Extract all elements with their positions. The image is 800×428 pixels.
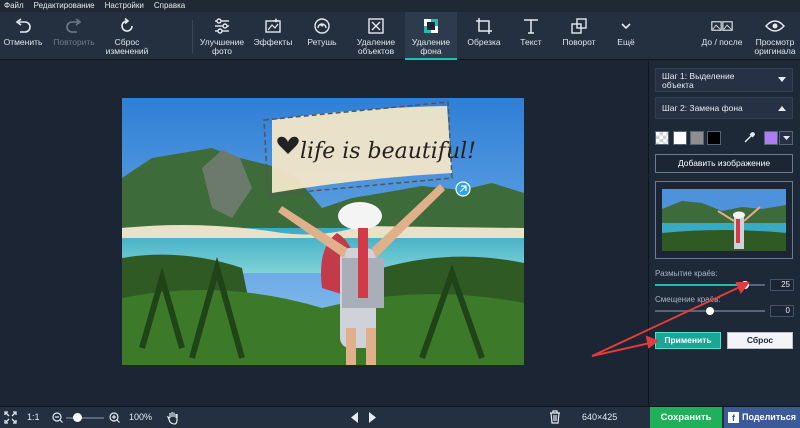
- swatch-transparent[interactable]: [655, 131, 669, 145]
- step-2-header[interactable]: Шаг 2: Замена фона ?: [655, 97, 793, 119]
- apply-button[interactable]: Применить: [655, 332, 721, 349]
- image-dimensions: 640×425: [582, 412, 618, 422]
- remove-background-label-2: фона: [420, 46, 442, 56]
- zoom-slider-knob[interactable]: [73, 413, 83, 422]
- background-preview-thumbnail[interactable]: [655, 181, 793, 259]
- photo-canvas[interactable]: life is beautiful!: [122, 98, 524, 365]
- edge-blur-value[interactable]: 25: [770, 279, 794, 291]
- thumbnail-image: [662, 189, 786, 251]
- effects-label: Эффекты: [253, 37, 293, 47]
- edge-shift-label: Смещение краёв:: [655, 295, 721, 304]
- effects-button[interactable]: Эффекты: [250, 12, 296, 60]
- crop-icon: [473, 16, 495, 36]
- reset-button[interactable]: Сброс: [727, 332, 793, 349]
- enhance-photo-button[interactable]: Улучшение фото: [196, 12, 248, 60]
- edge-shift-value[interactable]: 0: [770, 305, 794, 317]
- reset-changes-button[interactable]: Сброс изменений: [102, 12, 152, 60]
- more-label: Ещё: [617, 37, 635, 47]
- zoom-level: 100%: [129, 412, 153, 422]
- enhance-icon: [211, 16, 233, 36]
- prev-icon[interactable]: [350, 412, 359, 425]
- menu-bar: Файл Редактирование Настройки Справка: [0, 0, 800, 12]
- retouch-label: Ретушь: [307, 37, 337, 47]
- trash-icon[interactable]: [549, 410, 561, 426]
- zoom-in-icon[interactable]: [109, 412, 120, 425]
- before-after-label: До / после: [701, 37, 743, 47]
- effects-icon: [262, 16, 284, 36]
- rotate-icon: [568, 16, 590, 36]
- before-after-icon: [711, 16, 733, 36]
- eye-icon: [764, 16, 786, 36]
- share-button[interactable]: f Поделиться: [724, 407, 800, 428]
- view-original-label-2: оригинала: [754, 46, 796, 56]
- save-button[interactable]: Сохранить: [650, 407, 722, 428]
- share-label: Поделиться: [742, 412, 797, 422]
- rotate-label: Поворот: [562, 37, 596, 47]
- menu-file[interactable]: Файл: [4, 0, 24, 12]
- remove-background-button[interactable]: Удаление фона: [405, 12, 457, 60]
- undo-label: Отменить: [3, 37, 43, 47]
- edge-shift-slider-knob[interactable]: [706, 307, 714, 315]
- text-icon: [520, 16, 542, 36]
- add-image-button[interactable]: Добавить изображение: [655, 154, 793, 173]
- toolbar: Отменить Повторить Сброс изменений Улучш…: [0, 12, 800, 60]
- redo-label: Повторить: [53, 37, 95, 47]
- reset-label-2: изменений: [105, 46, 149, 56]
- chevron-up-icon: [778, 106, 786, 111]
- chevron-down-icon: [783, 136, 790, 140]
- step-1-header[interactable]: Шаг 1: Выделение объекта ?: [655, 68, 793, 92]
- photo-caption: life is beautiful!: [300, 139, 476, 164]
- toolbar-divider: [192, 20, 193, 54]
- fit-screen-icon[interactable]: [4, 411, 17, 426]
- text-button[interactable]: Текст: [510, 12, 552, 60]
- color-dropdown-button[interactable]: [779, 131, 793, 145]
- chevron-down-icon: [778, 77, 786, 82]
- redo-button[interactable]: Повторить: [48, 12, 100, 60]
- edge-blur-slider-fill: [655, 284, 746, 286]
- swatch-white[interactable]: [673, 131, 687, 145]
- facebook-icon: f: [728, 412, 739, 423]
- view-original-button[interactable]: Просмотр оригинала: [752, 12, 798, 60]
- step-2-title: Шаг 2: Замена фона: [662, 103, 743, 113]
- next-icon[interactable]: [368, 412, 377, 425]
- zoom-slider-track[interactable]: [66, 417, 104, 419]
- chevron-down-icon: [615, 16, 637, 36]
- retouch-icon: [311, 16, 333, 36]
- object-remove-icon: [365, 16, 387, 36]
- text-label: Текст: [520, 37, 542, 47]
- hand-icon[interactable]: [166, 410, 180, 427]
- swatch-gray[interactable]: [690, 131, 704, 145]
- retouch-button[interactable]: Ретушь: [298, 12, 346, 60]
- custom-color-swatch[interactable]: [764, 131, 778, 145]
- step-1-title-2: объекта: [662, 80, 694, 90]
- zoom-out-icon[interactable]: [52, 412, 63, 425]
- edge-blur-label: Размытие краёв:: [655, 269, 718, 278]
- reset-icon: [116, 16, 138, 36]
- background-remove-icon: [420, 16, 442, 36]
- undo-icon: [12, 16, 34, 36]
- menu-settings[interactable]: Настройки: [105, 0, 144, 12]
- remove-objects-label-2: объектов: [357, 46, 395, 56]
- remove-objects-button[interactable]: Удаление объектов: [348, 12, 404, 60]
- redo-icon: [63, 16, 85, 36]
- menu-edit[interactable]: Редактирование: [34, 0, 95, 12]
- crop-label: Обрезка: [467, 37, 501, 47]
- photo-image: life is beautiful!: [122, 98, 524, 365]
- undo-button[interactable]: Отменить: [0, 12, 46, 60]
- actual-size-button[interactable]: 1:1: [27, 412, 40, 422]
- swatch-black[interactable]: [707, 131, 721, 145]
- rotate-button[interactable]: Поворот: [556, 12, 602, 60]
- before-after-button[interactable]: До / после: [694, 12, 750, 60]
- enhance-label-2: фото: [211, 46, 233, 56]
- eyedropper-icon[interactable]: [742, 131, 756, 145]
- more-button[interactable]: Ещё: [606, 12, 646, 60]
- crop-button[interactable]: Обрезка: [462, 12, 506, 60]
- menu-help[interactable]: Справка: [154, 0, 185, 12]
